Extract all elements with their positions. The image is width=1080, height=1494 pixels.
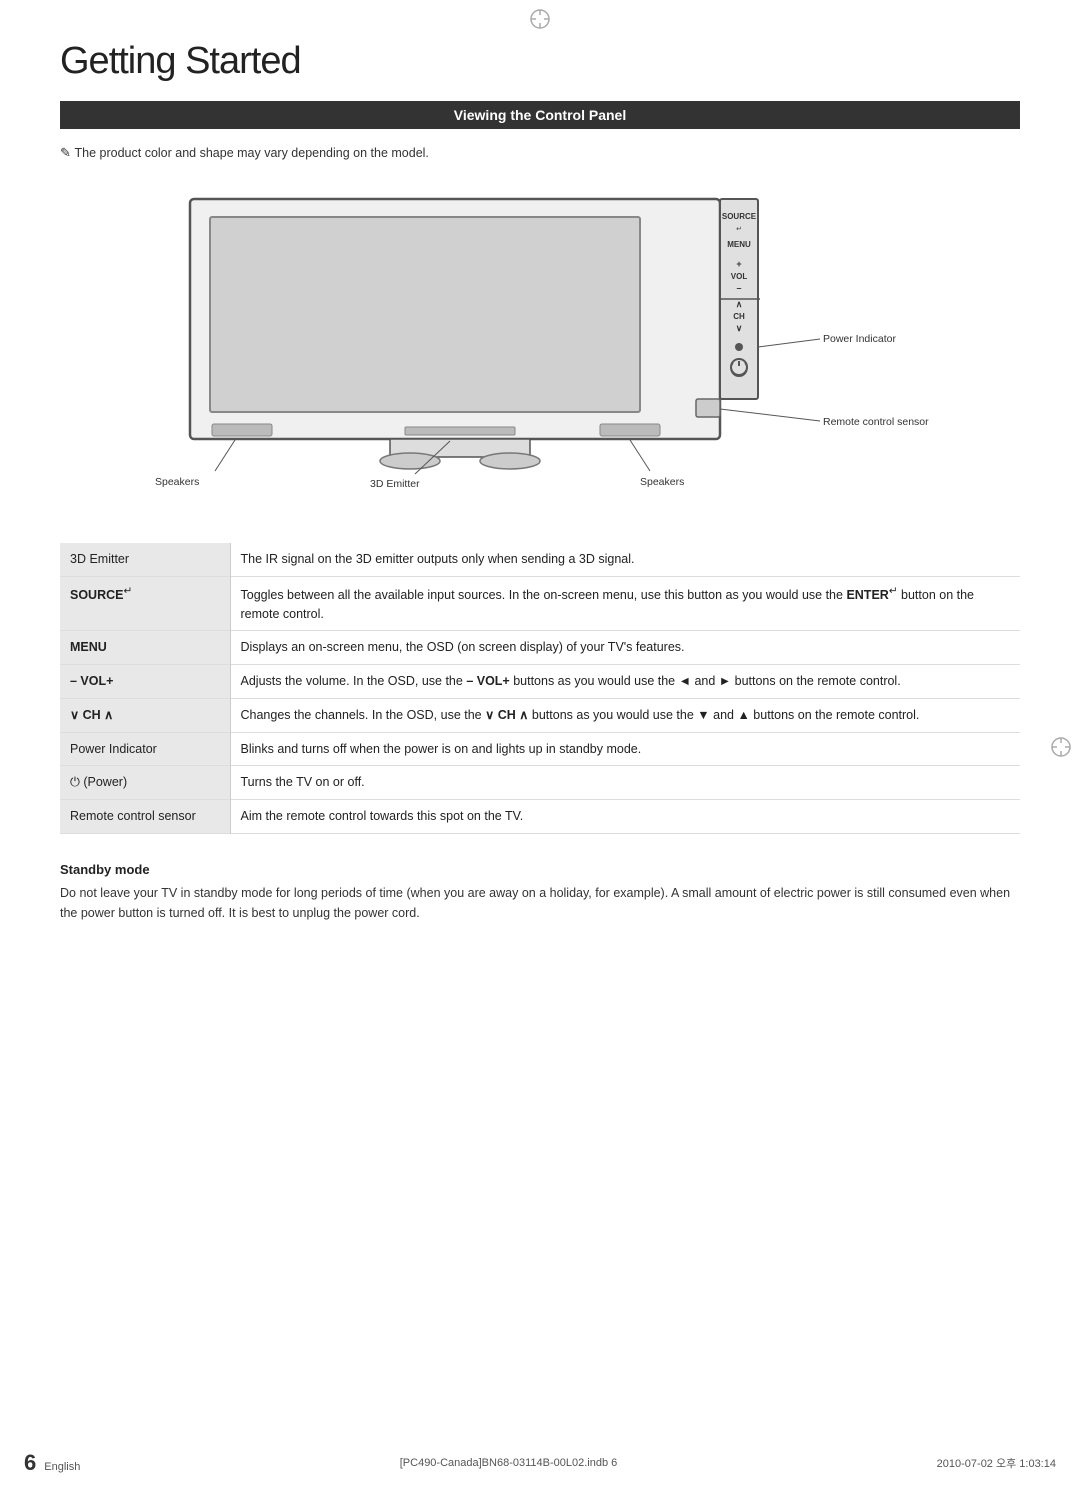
table-cell-desc: Aim the remote control towards this spot…	[230, 800, 1020, 834]
page-language: English	[44, 1461, 80, 1473]
section-header: Viewing the Control Panel	[60, 101, 1020, 129]
table-cell-label: 3D Emitter	[60, 543, 230, 576]
table-cell-desc: Displays an on-screen menu, the OSD (on …	[230, 631, 1020, 665]
svg-text:VOL: VOL	[731, 272, 748, 281]
svg-text:Power Indicator: Power Indicator	[823, 333, 896, 345]
svg-text:↵: ↵	[736, 226, 742, 233]
table-cell-label: SOURCE↵	[60, 576, 230, 631]
svg-text:∧: ∧	[736, 299, 743, 309]
footer-right: 2010-07-02 오후 1:03:14	[937, 1455, 1056, 1471]
standby-text: Do not leave your TV in standby mode for…	[60, 883, 1020, 923]
svg-text:Remote control sensor: Remote control sensor	[823, 416, 929, 428]
table-row: Remote control sensor Aim the remote con…	[60, 800, 1020, 834]
page-number: 6	[24, 1450, 36, 1476]
svg-text:SOURCE: SOURCE	[722, 212, 757, 221]
tv-diagram-svg: SAMSUNG SOURCE ↵ MENU + VOL – ∧ CH ∨	[60, 179, 1020, 509]
table-cell-label: ⏻ (Power)	[60, 766, 230, 800]
top-compass-icon	[529, 8, 551, 30]
standby-title: Standby mode	[60, 862, 1020, 877]
table-cell-label: ∨ CH ∧	[60, 698, 230, 732]
info-table: 3D Emitter The IR signal on the 3D emitt…	[60, 543, 1020, 834]
note-text: The product color and shape may vary dep…	[60, 145, 1020, 161]
tv-diagram-area: SAMSUNG SOURCE ↵ MENU + VOL – ∧ CH ∨	[60, 179, 1020, 519]
table-row: MENU Displays an on-screen menu, the OSD…	[60, 631, 1020, 665]
table-row: SOURCE↵ Toggles between all the availabl…	[60, 576, 1020, 631]
table-cell-label: Remote control sensor	[60, 800, 230, 834]
svg-text:–: –	[736, 283, 741, 293]
table-row: ∨ CH ∧ Changes the channels. In the OSD,…	[60, 698, 1020, 732]
table-cell-label: MENU	[60, 631, 230, 665]
page-footer: 6 English [PC490-Canada]BN68-03114B-00L0…	[0, 1450, 1080, 1476]
table-row: ⏻ (Power) Turns the TV on or off.	[60, 766, 1020, 800]
table-row: 3D Emitter The IR signal on the 3D emitt…	[60, 543, 1020, 576]
table-cell-desc: Turns the TV on or off.	[230, 766, 1020, 800]
table-cell-desc: The IR signal on the 3D emitter outputs …	[230, 543, 1020, 576]
table-cell-desc: Blinks and turns off when the power is o…	[230, 732, 1020, 766]
right-compass-icon	[1050, 736, 1072, 758]
table-row: Power Indicator Blinks and turns off whe…	[60, 732, 1020, 766]
svg-text:CH: CH	[733, 312, 745, 321]
svg-text:Speakers: Speakers	[640, 476, 684, 488]
svg-text:+: +	[736, 259, 741, 269]
table-row: – VOL+ Adjusts the volume. In the OSD, u…	[60, 665, 1020, 699]
table-cell-desc: Changes the channels. In the OSD, use th…	[230, 698, 1020, 732]
page-title: Getting Started	[60, 40, 1020, 83]
table-cell-desc: Adjusts the volume. In the OSD, use the …	[230, 665, 1020, 699]
table-cell-desc: Toggles between all the available input …	[230, 576, 1020, 631]
svg-text:∨: ∨	[736, 323, 743, 333]
standby-section: Standby mode Do not leave your TV in sta…	[60, 862, 1020, 923]
svg-text:MENU: MENU	[727, 240, 751, 249]
table-cell-label: – VOL+	[60, 665, 230, 699]
svg-text:Speakers: Speakers	[155, 476, 199, 488]
footer-left: [PC490-Canada]BN68-03114B-00L02.indb 6	[400, 1457, 618, 1469]
page-number-area: 6 English	[24, 1450, 80, 1476]
svg-text:3D Emitter: 3D Emitter	[370, 478, 420, 490]
table-cell-label: Power Indicator	[60, 732, 230, 766]
